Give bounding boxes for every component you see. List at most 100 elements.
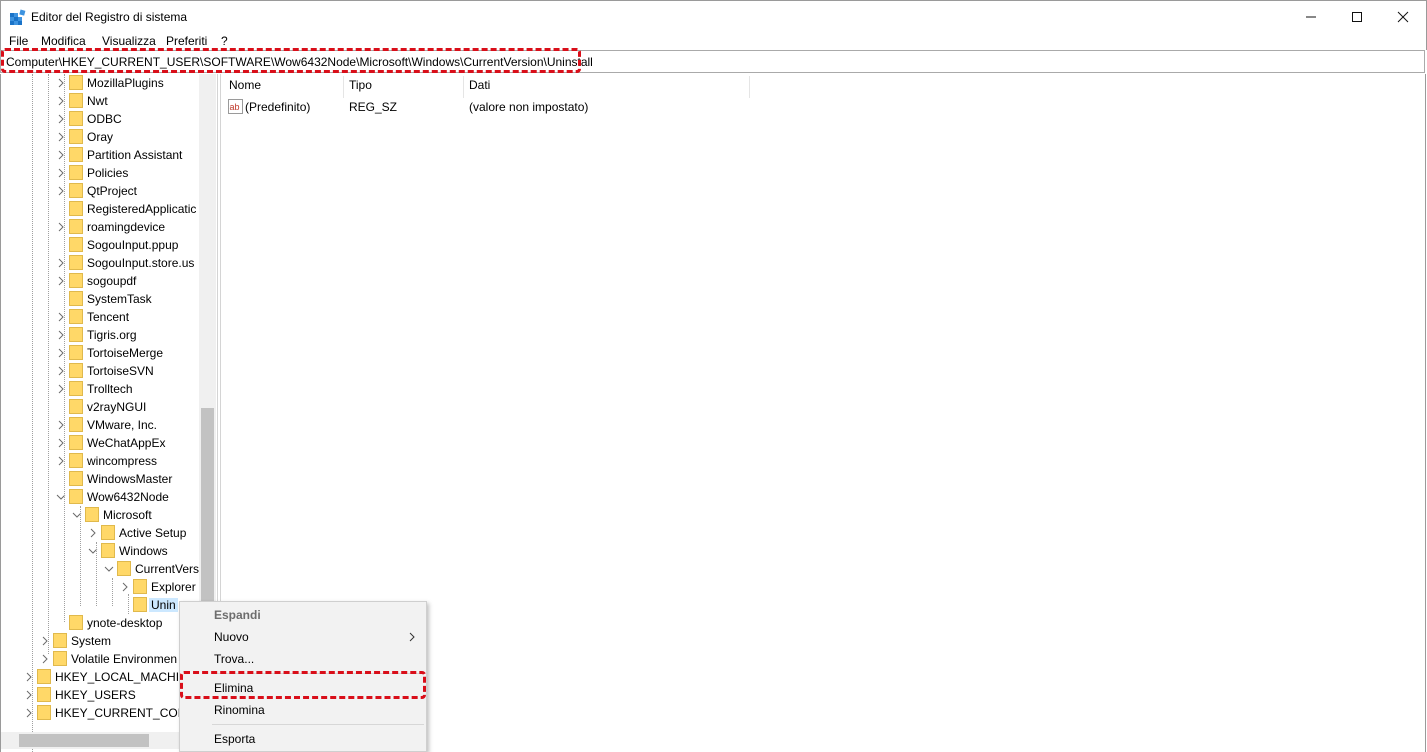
column-header-nome[interactable]: Nome xyxy=(229,78,261,96)
column-separator[interactable] xyxy=(749,76,750,98)
folder-icon xyxy=(101,543,115,558)
chevron-right-icon[interactable] xyxy=(40,653,50,665)
column-header-dati[interactable]: Dati xyxy=(469,78,490,96)
folder-icon xyxy=(69,129,83,144)
tree-item-label: Volatile Environmen xyxy=(71,652,178,666)
minimize-button[interactable] xyxy=(1288,1,1334,32)
folder-icon xyxy=(69,345,83,360)
folder-icon xyxy=(69,111,83,126)
tree-item-label: Oray xyxy=(87,130,114,144)
chevron-right-icon[interactable] xyxy=(88,527,98,539)
folder-icon xyxy=(69,399,83,414)
tree-item-label: wincompress xyxy=(87,454,158,468)
context-item-rinomina[interactable]: Rinomina xyxy=(180,699,426,721)
minimize-icon xyxy=(1306,16,1316,17)
folder-icon xyxy=(37,687,51,702)
menu-visualizza[interactable]: Visualizza xyxy=(102,34,156,48)
chevron-down-icon[interactable] xyxy=(104,563,114,575)
column-separator[interactable] xyxy=(343,76,344,98)
tree-horizontal-scrollbar[interactable] xyxy=(1,732,199,749)
tree-item-label: HKEY_USERS xyxy=(55,688,136,702)
close-icon xyxy=(1397,11,1409,22)
folder-icon xyxy=(133,579,147,594)
tree-item-label: Tencent xyxy=(87,310,130,324)
tree-connector-line xyxy=(128,594,129,614)
tree-item-label: Tigris.org xyxy=(87,328,137,342)
tree-item-label: Policies xyxy=(87,166,129,180)
tree-connector-line xyxy=(96,542,97,606)
folder-icon xyxy=(85,507,99,522)
submenu-arrow-icon xyxy=(409,632,415,642)
context-item-label: Nuovo xyxy=(214,630,249,644)
tree-item-label: Unin xyxy=(149,598,178,612)
tree-item-label: Wow6432Node xyxy=(87,490,169,504)
string-value-icon: ab xyxy=(228,99,243,114)
folder-icon xyxy=(69,75,83,90)
tree-item-label: ynote-desktop xyxy=(87,616,163,630)
column-header-tipo[interactable]: Tipo xyxy=(349,78,372,96)
folder-icon xyxy=(69,327,83,342)
tree-connector-line xyxy=(112,578,113,606)
folder-icon xyxy=(101,525,115,540)
folder-icon xyxy=(69,453,83,468)
tree-item-label: Explorer xyxy=(151,580,196,594)
tree-item-label: sogoupdf xyxy=(87,274,137,288)
chevron-right-icon[interactable] xyxy=(120,581,130,593)
folder-icon xyxy=(69,237,83,252)
folder-icon xyxy=(133,597,147,612)
tree-item-label: SogouInput.store.us xyxy=(87,256,195,270)
registry-editor-icon xyxy=(10,9,26,25)
folder-icon xyxy=(69,273,83,288)
svg-text:ab: ab xyxy=(230,102,240,112)
elimina-highlight-box xyxy=(180,671,426,699)
column-separator[interactable] xyxy=(463,76,464,98)
folder-icon xyxy=(37,669,51,684)
title-bar: Editor del Registro di sistema xyxy=(0,0,1427,32)
value-data: (valore non impostato) xyxy=(469,100,589,114)
folder-icon xyxy=(69,255,83,270)
folder-icon xyxy=(69,93,83,108)
folder-icon xyxy=(69,435,83,450)
tree-item-label: VMware, Inc. xyxy=(87,418,158,432)
menu-modifica[interactable]: Modifica xyxy=(41,34,86,48)
tree-connector-line xyxy=(80,506,81,606)
context-item-label: Trova... xyxy=(214,652,255,666)
folder-icon xyxy=(69,165,83,180)
folder-icon xyxy=(53,633,67,648)
tree-item-label: MozillaPlugins xyxy=(87,76,164,90)
tree-item-label: Microsoft xyxy=(103,508,152,522)
maximize-button[interactable] xyxy=(1334,1,1380,32)
value-name[interactable]: (Predefinito) xyxy=(245,100,310,114)
tree-horizontal-scroll-thumb[interactable] xyxy=(19,734,149,747)
folder-icon xyxy=(69,615,83,630)
tree-item-label: v2rayNGUI xyxy=(87,400,147,414)
value-type: REG_SZ xyxy=(349,100,398,114)
tree-item-label: Partition Assistant xyxy=(87,148,183,162)
folder-icon xyxy=(53,651,67,666)
tree-item-label: System xyxy=(71,634,112,648)
context-item-label: Esporta xyxy=(214,732,256,746)
context-item-esporta[interactable]: Esporta xyxy=(180,728,426,750)
tree-item-label: SogouInput.ppup xyxy=(87,238,179,252)
close-button[interactable] xyxy=(1380,1,1426,32)
folder-icon xyxy=(69,147,83,162)
tree-item-label: SystemTask xyxy=(87,292,152,306)
menu-help[interactable]: ? xyxy=(221,34,228,48)
context-item-nuovo[interactable]: Nuovo xyxy=(180,626,426,648)
tree-item-label: Trolltech xyxy=(87,382,133,396)
folder-icon xyxy=(69,471,83,486)
context-item-trova[interactable]: Trova... xyxy=(180,648,426,670)
window-title: Editor del Registro di sistema xyxy=(31,10,188,24)
tree-item-label: HKEY_LOCAL_MACHIN xyxy=(55,670,188,684)
context-separator xyxy=(212,724,424,725)
maximize-icon xyxy=(1352,11,1362,22)
menu-file[interactable]: File xyxy=(9,34,28,48)
context-item-label: Espandi xyxy=(214,608,261,622)
folder-icon xyxy=(37,705,51,720)
tree-item-label: Windows xyxy=(119,544,168,558)
tree-connector-line xyxy=(64,74,65,622)
tree-item-label: ODBC xyxy=(87,112,122,126)
folder-icon xyxy=(69,291,83,306)
tree-connector-line xyxy=(32,74,33,752)
menu-preferiti[interactable]: Preferiti xyxy=(166,34,207,48)
